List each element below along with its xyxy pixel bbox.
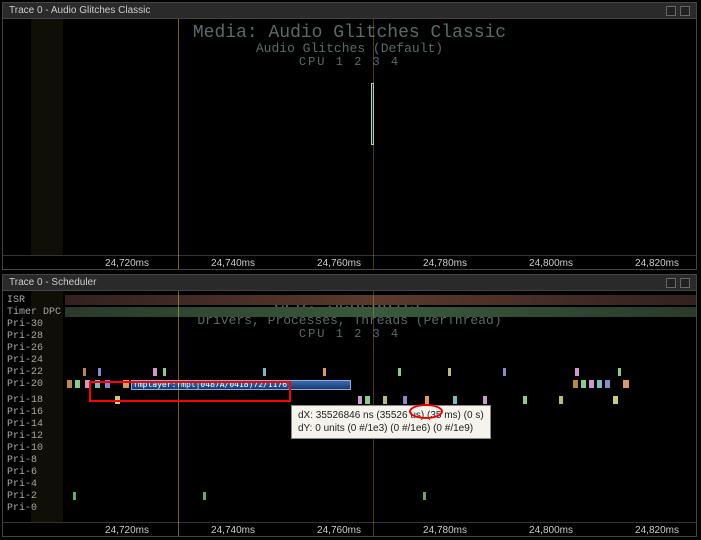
overlay-cpu: CPU 1 2 3 4 (3, 55, 696, 69)
thread-segment[interactable] (403, 396, 407, 404)
time-tick: 24,740ms (211, 258, 255, 269)
thread-segment[interactable] (623, 380, 629, 388)
thread-segment[interactable] (575, 368, 579, 376)
thread-segment[interactable] (203, 492, 206, 500)
thread-segment[interactable] (263, 368, 266, 376)
pane-close-icon[interactable] (680, 278, 690, 288)
thread-segment[interactable] (365, 396, 370, 404)
cursor-line-yellow[interactable] (178, 19, 179, 269)
time-tick: 24,760ms (317, 258, 361, 269)
time-tick: 24,760ms (317, 525, 361, 536)
time-tick: 24,800ms (529, 525, 573, 536)
time-tick: 24,720ms (105, 258, 149, 269)
selection-region (31, 291, 63, 522)
pane-title-bar[interactable]: Trace 0 - Audio Glitches Classic (3, 3, 696, 19)
time-tick: 24,720ms (105, 525, 149, 536)
thread-segment[interactable] (67, 380, 72, 388)
thread-segment[interactable] (115, 396, 120, 404)
thread-segment[interactable] (75, 380, 80, 388)
thread-segment[interactable] (483, 396, 487, 404)
thread-segment[interactable] (559, 396, 563, 404)
audio-glitches-pane[interactable]: Trace 0 - Audio Glitches Classic Media: … (2, 2, 697, 270)
overlay-subtitle: Audio Glitches (Default) (3, 41, 696, 56)
thread-segment[interactable] (581, 380, 586, 388)
thread-segment[interactable] (605, 380, 610, 388)
pane-menu-icon[interactable] (666, 278, 676, 288)
pane-title-bar[interactable]: Trace 0 - Scheduler (3, 275, 696, 291)
thread-segment[interactable] (453, 396, 457, 404)
thread-segment[interactable] (618, 368, 621, 376)
cursor-line-orange[interactable] (373, 19, 374, 269)
pane-close-icon[interactable] (680, 6, 690, 16)
thread-segment[interactable] (73, 492, 76, 500)
thread-segment[interactable] (153, 368, 157, 376)
thread-segment[interactable] (123, 380, 129, 388)
measurement-tooltip: dX: 35526846 ns (35526 us) (35 ms) (0 s)… (291, 405, 491, 439)
time-tick: 24,820ms (635, 525, 679, 536)
time-tick: 24,820ms (635, 258, 679, 269)
thread-segment[interactable] (95, 380, 100, 388)
time-tick: 24,780ms (423, 258, 467, 269)
tooltip-line-dx: dX: 35526846 ns (35526 us) (35 ms) (0 s) (298, 409, 484, 422)
thread-segment[interactable] (398, 368, 401, 376)
selection-region (31, 19, 63, 255)
thread-segment[interactable] (597, 380, 602, 388)
pane-title-text: Trace 0 - Audio Glitches Classic (9, 3, 150, 19)
thread-segment[interactable] (358, 396, 362, 404)
time-ruler[interactable]: 24,720ms 24,740ms 24,760ms 24,780ms 24,800ms… (3, 522, 696, 536)
pane-menu-icon[interactable] (666, 6, 676, 16)
thread-segment[interactable] (98, 368, 101, 376)
thread-segment[interactable] (573, 380, 578, 388)
time-ruler[interactable]: 24,720ms 24,740ms 24,760ms 24,780ms 24,800ms… (3, 255, 696, 269)
tooltip-line-dy: dY: 0 units (0 #/1e3) (0 #/1e6) (0 #/1e9… (298, 422, 484, 435)
cursor-line-yellow[interactable] (178, 291, 179, 536)
time-tick: 24,800ms (529, 258, 573, 269)
thread-segment[interactable] (425, 396, 429, 404)
isr-band[interactable] (65, 295, 696, 305)
thread-segment[interactable] (523, 396, 527, 404)
thread-segment[interactable] (105, 380, 110, 388)
thread-segment[interactable] (423, 492, 426, 500)
thread-segment[interactable] (163, 368, 166, 376)
thread-segment[interactable] (589, 380, 594, 388)
thread-segment[interactable] (83, 368, 86, 376)
thread-segment[interactable] (503, 368, 506, 376)
thread-segment[interactable] (448, 368, 451, 376)
thread-segment[interactable] (323, 368, 326, 376)
overlay-title: Media: Audio Glitches Classic (3, 23, 696, 43)
thread-segment[interactable] (85, 380, 90, 388)
timer-dpc-band[interactable] (65, 307, 696, 317)
thread-segment[interactable] (613, 396, 618, 404)
thread-bar-label: fmplayer:fmpl|0487A/0418)72/1176) (133, 380, 349, 390)
time-tick: 24,740ms (211, 525, 255, 536)
thread-segment[interactable] (383, 396, 387, 404)
pane-title-text: Trace 0 - Scheduler (9, 275, 96, 291)
time-tick: 24,780ms (423, 525, 467, 536)
priority-row-label: ISR (7, 295, 25, 307)
